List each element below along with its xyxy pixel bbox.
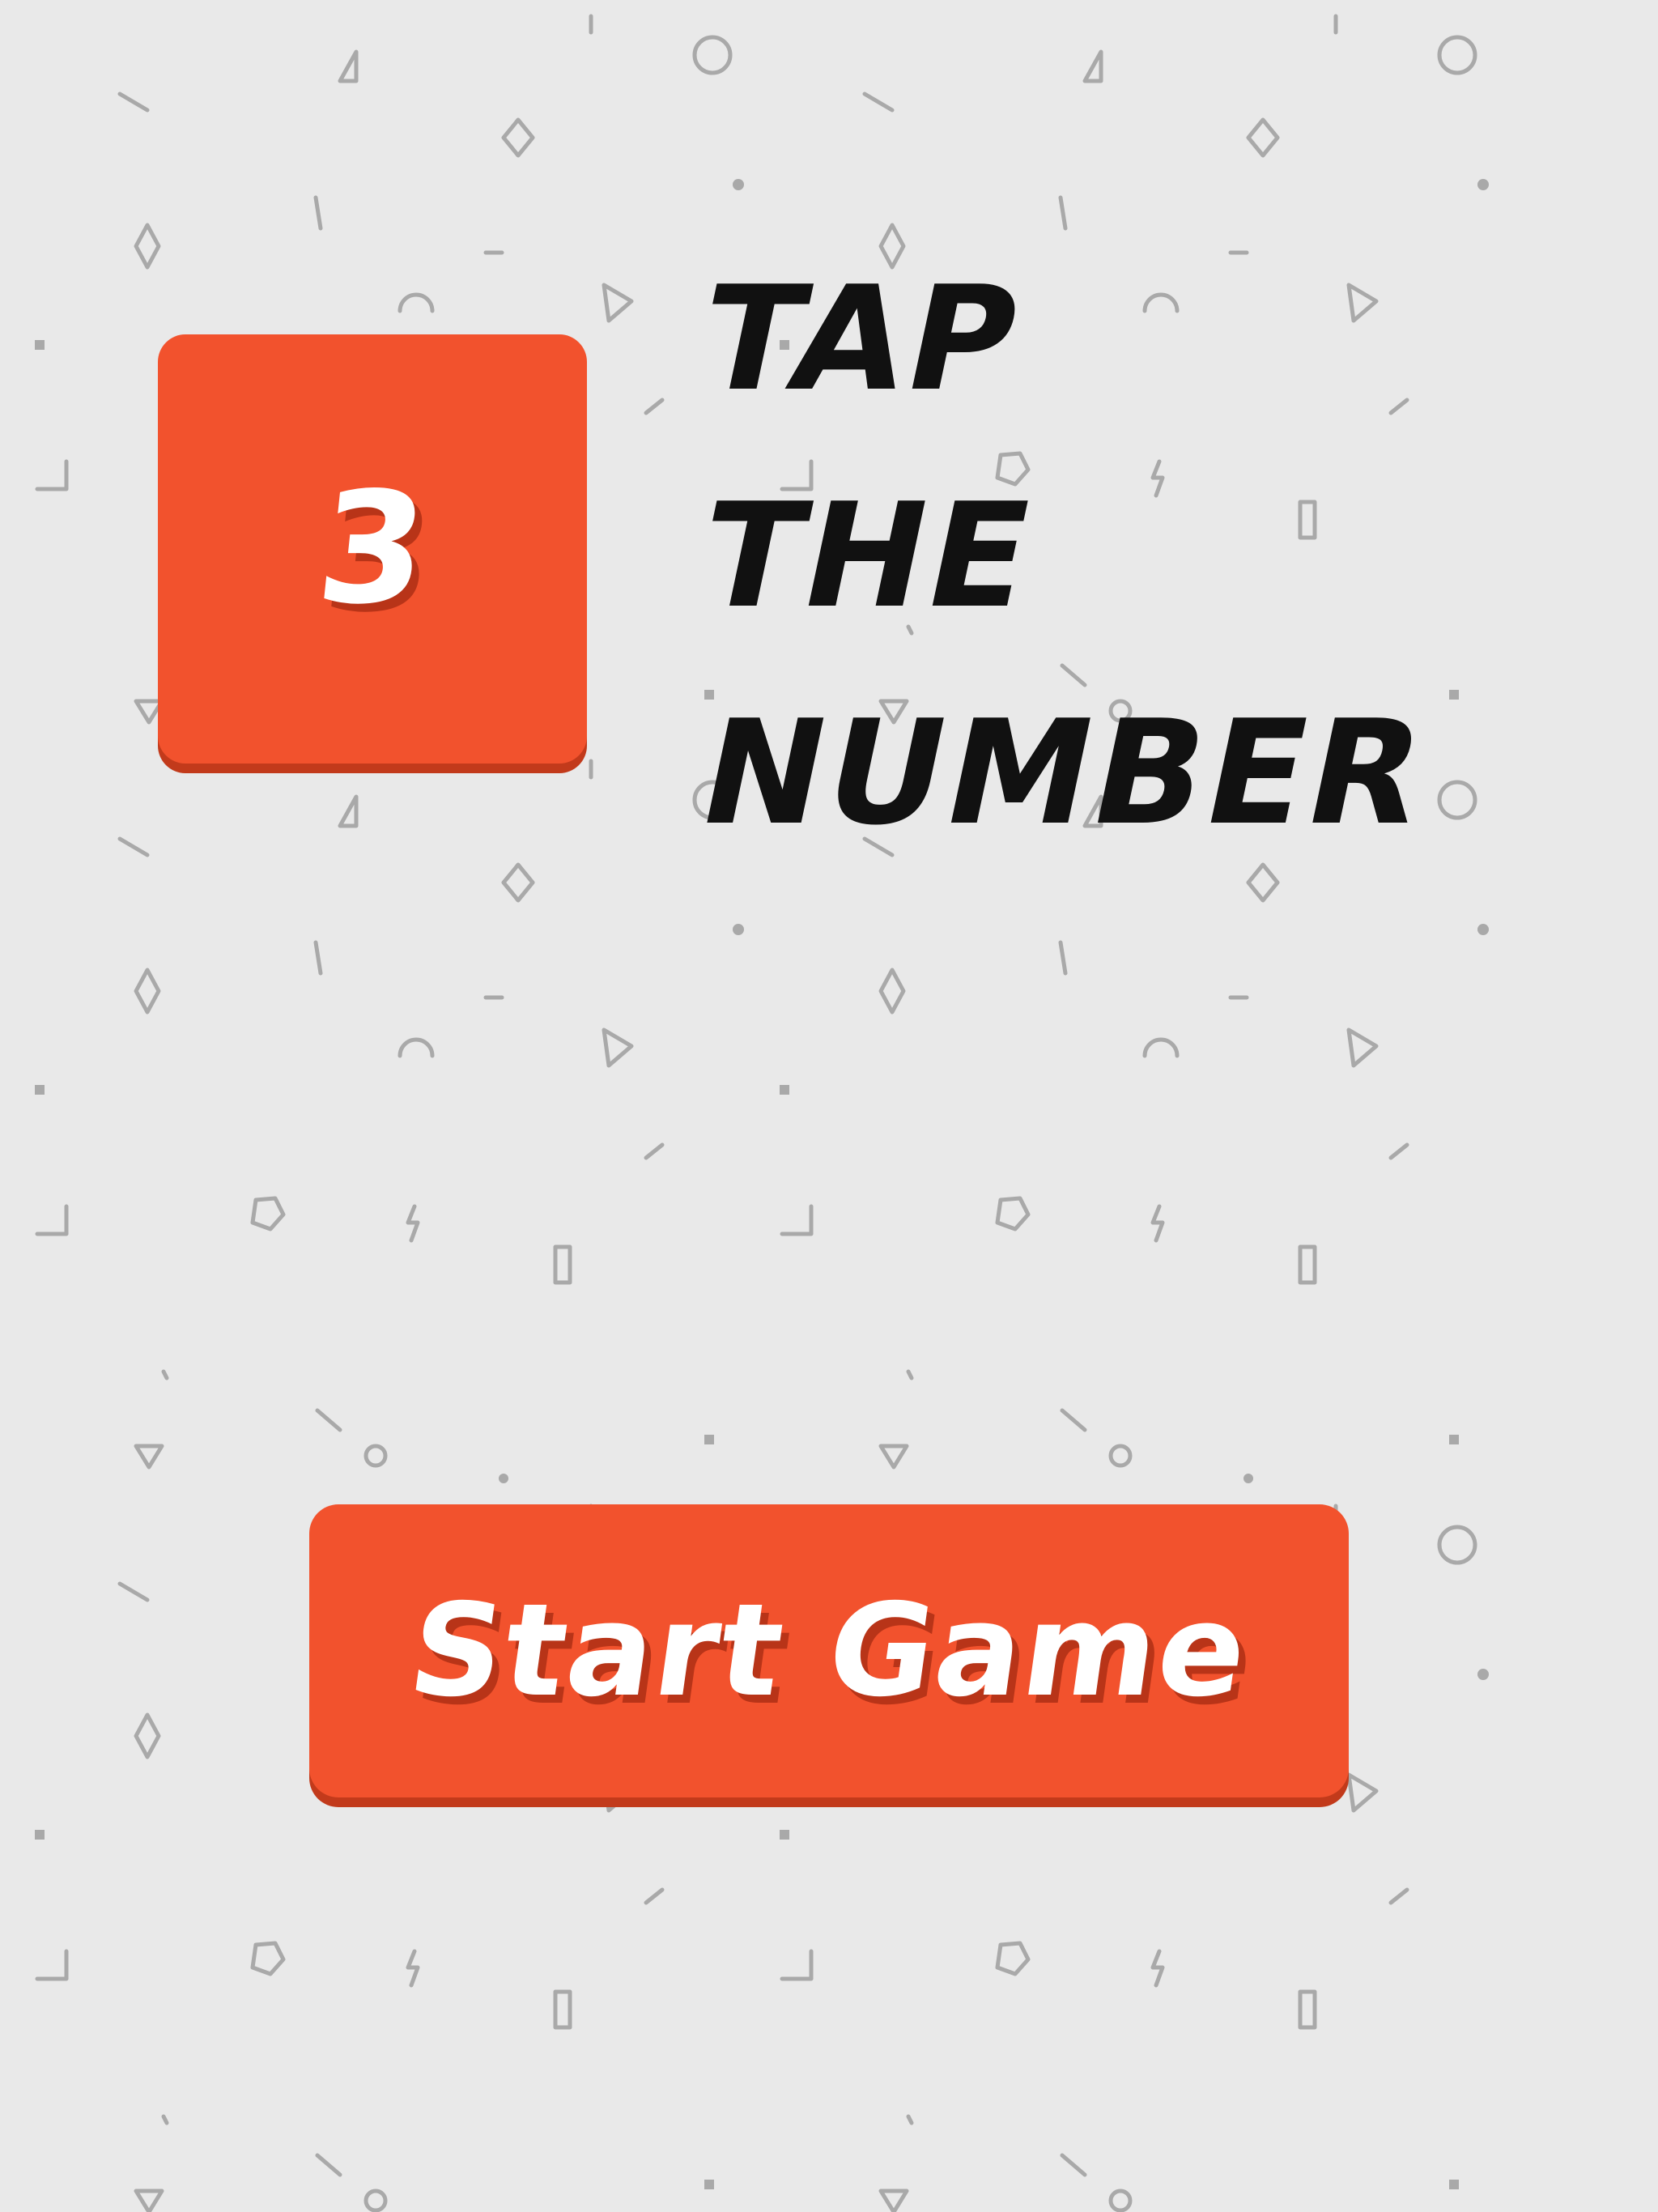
start-game-button[interactable]: Start Game (309, 1504, 1349, 1797)
title-line-the: THE (687, 472, 1050, 640)
title-line-number: NUMBER (687, 689, 1443, 857)
start-game-label: Start Game (400, 1576, 1258, 1725)
number-tile[interactable]: 3 (158, 334, 587, 764)
title-line-tap: TAP (687, 255, 1036, 423)
game-screen: 3 TAP THE NUMBER Start Game (0, 0, 1658, 2212)
game-title: TAP THE NUMBER (687, 243, 1635, 874)
tile-number: 3 (309, 459, 436, 638)
